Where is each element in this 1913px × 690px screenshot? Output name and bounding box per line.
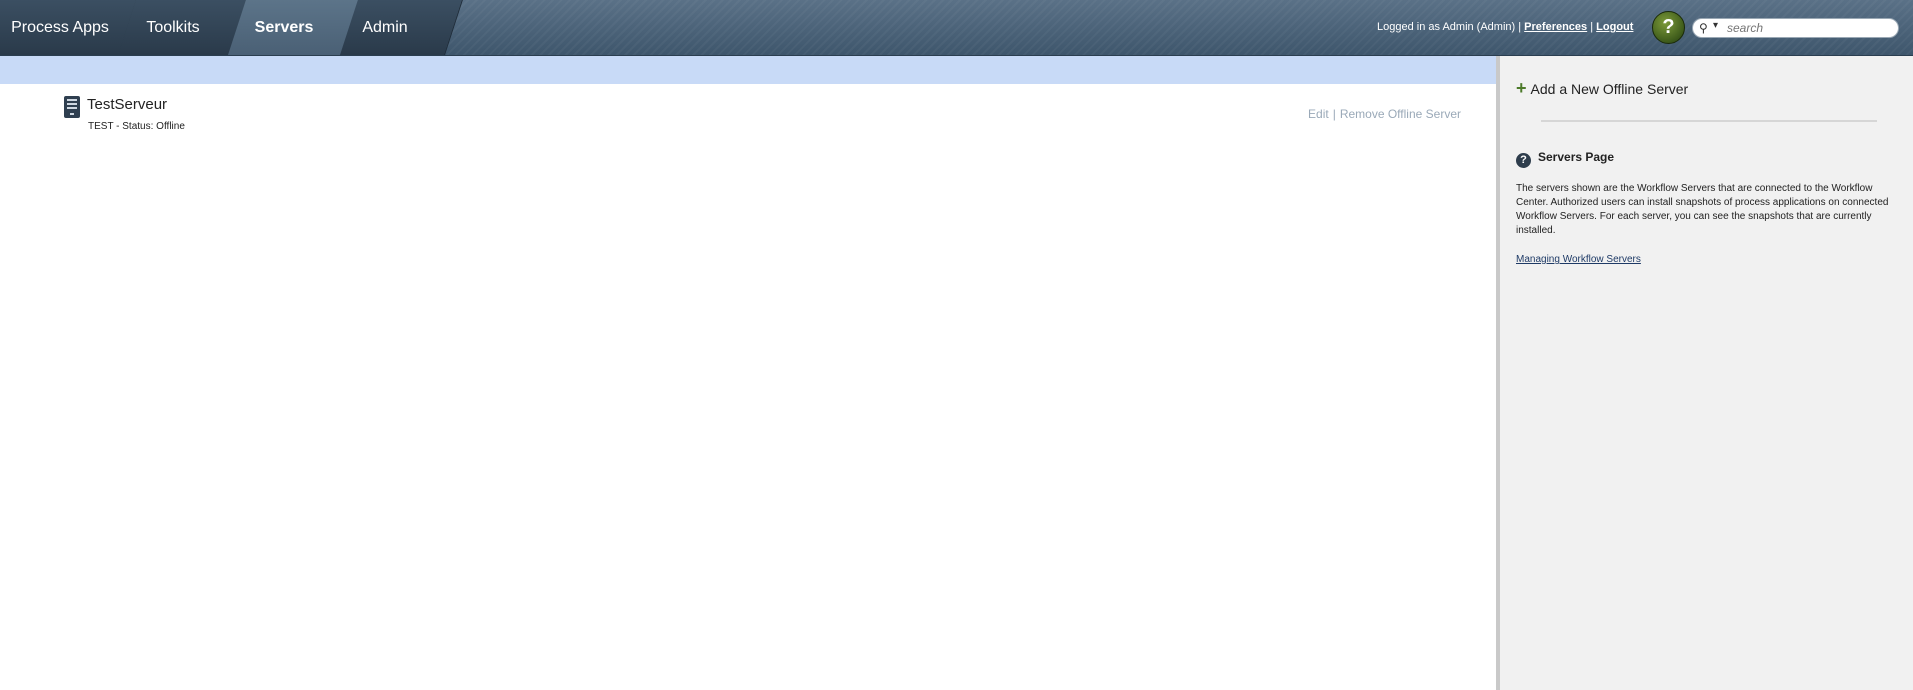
tab-label: Process Apps	[11, 19, 109, 36]
content-header-strip	[0, 56, 1496, 84]
divider	[1541, 120, 1877, 122]
logout-link[interactable]: Logout	[1596, 21, 1633, 33]
top-navigation-bar: Process Apps Toolkits Servers Admin Logg…	[0, 0, 1913, 56]
tab-label: Admin	[362, 19, 408, 36]
tab-servers[interactable]: Servers	[228, 0, 358, 55]
edit-link[interactable]: Edit	[1308, 107, 1329, 121]
server-name[interactable]: TestServeur	[87, 96, 167, 113]
search-input[interactable]	[1727, 20, 1887, 35]
add-offline-server-button[interactable]: + Add a New Offline Server	[1516, 78, 1688, 99]
search-icon[interactable]: ⚲	[1699, 21, 1708, 35]
tab-label: Toolkits	[146, 19, 200, 36]
logged-in-text: Logged in as Admin (Admin) |	[1377, 21, 1522, 33]
server-status: TEST - Status: Offline	[88, 121, 185, 132]
tab-admin[interactable]: Admin	[340, 0, 463, 55]
server-actions: Edit | Remove Offline Server	[1308, 107, 1461, 121]
tab-process-apps[interactable]: Process Apps	[0, 0, 137, 55]
help-title: Servers Page	[1538, 150, 1615, 164]
right-sidebar: + Add a New Offline Server ? Servers Page…	[1496, 56, 1913, 690]
header-separator: |	[1590, 21, 1594, 33]
add-offline-server-label: Add a New Offline Server	[1530, 81, 1689, 97]
chevron-down-icon[interactable]: ▾	[1713, 20, 1718, 31]
login-info: Logged in as Admin (Admin) | Preferences…	[1377, 21, 1633, 33]
action-separator: |	[1332, 107, 1336, 121]
preferences-link[interactable]: Preferences	[1524, 21, 1587, 33]
search-box[interactable]: ⚲ ▾	[1692, 18, 1899, 38]
tab-toolkits[interactable]: Toolkits	[118, 0, 247, 55]
tab-label: Servers	[254, 19, 314, 36]
server-icon	[64, 96, 80, 118]
help-text: The servers shown are the Workflow Serve…	[1516, 183, 1889, 236]
remove-offline-server-link[interactable]: Remove Offline Server	[1340, 107, 1461, 121]
question-circle-icon: ?	[1516, 153, 1531, 168]
managing-workflow-servers-link[interactable]: Managing Workflow Servers	[1516, 254, 1641, 265]
help-button[interactable]: ?	[1652, 11, 1685, 44]
help-icon: ?	[1662, 16, 1675, 38]
plus-icon: +	[1516, 78, 1527, 98]
